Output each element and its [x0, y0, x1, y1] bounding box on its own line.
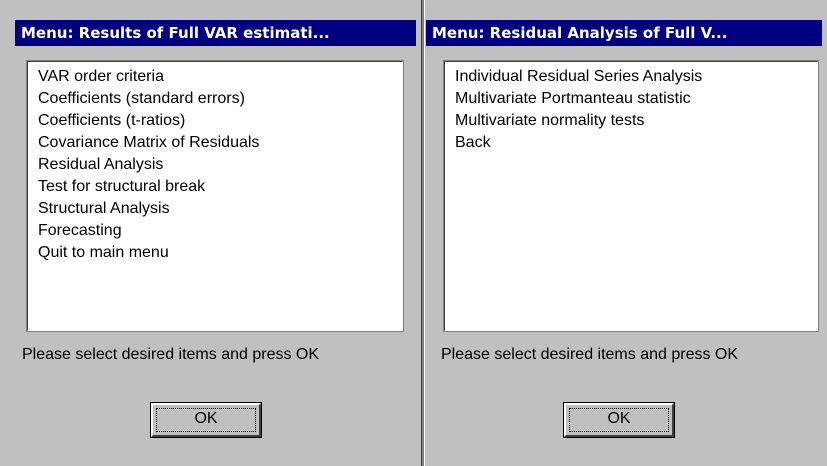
list-item-coefficients-t-ratios[interactable]: Coefficients (t-ratios) [38, 110, 402, 132]
list-item-residual-analysis[interactable]: Residual Analysis [38, 154, 402, 176]
screen: Menu: Results of Full VAR estimati... VA… [0, 0, 827, 466]
ok-button-label: OK [607, 410, 631, 427]
list-item-structural-break-test[interactable]: Test for structural break [38, 176, 402, 198]
list-item-var-order-criteria[interactable]: VAR order criteria [38, 66, 402, 88]
menu-listbox[interactable]: VAR order criteria Coefficients (standar… [26, 60, 404, 332]
list-item-structural-analysis[interactable]: Structural Analysis [38, 198, 402, 220]
instruction-text: Please select desired items and press OK [441, 346, 739, 363]
list-item-multivariate-normality-tests[interactable]: Multivariate normality tests [455, 110, 817, 132]
menu-listbox[interactable]: Individual Residual Series Analysis Mult… [443, 60, 819, 332]
ok-button[interactable]: OK [563, 402, 675, 438]
ok-button[interactable]: OK [150, 402, 262, 438]
list-item-multivariate-portmanteau[interactable]: Multivariate Portmanteau statistic [455, 88, 817, 110]
residual-analysis-dialog: Menu: Residual Analysis of Full V... Ind… [425, 0, 827, 466]
dialog-title: Menu: Residual Analysis of Full V... [432, 24, 728, 42]
list-item-individual-residual-series[interactable]: Individual Residual Series Analysis [455, 66, 817, 88]
list-item-covariance-matrix[interactable]: Covariance Matrix of Residuals [38, 132, 402, 154]
dialog-title-bar[interactable]: Menu: Results of Full VAR estimati... [15, 20, 416, 46]
list-item-coefficients-standard-errors[interactable]: Coefficients (standard errors) [38, 88, 402, 110]
list-item-forecasting[interactable]: Forecasting [38, 220, 402, 242]
dialog-title: Menu: Results of Full VAR estimati... [21, 24, 330, 42]
list-item-back[interactable]: Back [455, 132, 817, 154]
list-item-quit-to-main-menu[interactable]: Quit to main menu [38, 242, 402, 264]
results-menu-dialog: Menu: Results of Full VAR estimati... VA… [0, 0, 421, 466]
dialog-title-bar[interactable]: Menu: Residual Analysis of Full V... [426, 20, 822, 46]
ok-button-label: OK [194, 410, 218, 427]
instruction-text: Please select desired items and press OK [22, 346, 320, 363]
